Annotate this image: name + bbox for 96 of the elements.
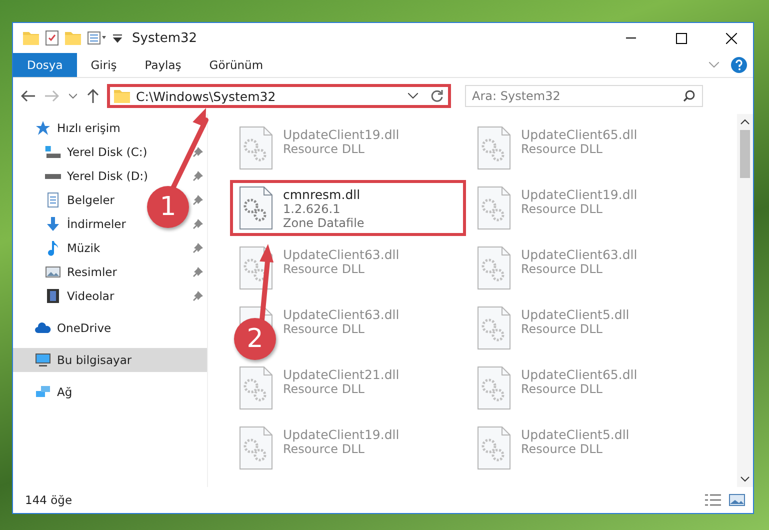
back-button[interactable] xyxy=(19,88,37,104)
scroll-down-icon[interactable] xyxy=(740,475,750,483)
file-name: UpdateClient63.dll xyxy=(521,247,638,262)
film-icon xyxy=(45,288,61,304)
checklist-icon[interactable] xyxy=(45,30,59,46)
pin-icon[interactable] xyxy=(193,171,203,181)
large-icons-view-icon[interactable] xyxy=(729,494,745,506)
gear-file-icon xyxy=(477,426,511,470)
recent-locations-button[interactable] xyxy=(67,91,79,101)
help-icon[interactable] xyxy=(731,57,747,73)
close-icon[interactable] xyxy=(726,32,736,44)
pin-icon[interactable] xyxy=(193,267,203,277)
maximize-icon[interactable] xyxy=(676,32,686,44)
file-name: UpdateClient19.dll xyxy=(283,427,400,442)
ribbon-tab[interactable]: Paylaş xyxy=(130,53,196,77)
pin-icon[interactable] xyxy=(193,195,203,205)
file-detail: Resource DLL xyxy=(521,382,604,396)
file-detail: Resource DLL xyxy=(521,442,604,456)
ribbon-tab[interactable]: Giriş xyxy=(76,53,131,77)
file-name: UpdateClient19.dll xyxy=(283,127,400,142)
file-detail: Resource DLL xyxy=(283,442,366,456)
file-detail: Zone Datafile xyxy=(283,216,364,230)
ribbon-tab[interactable]: Görünüm xyxy=(195,53,278,77)
gear-file-icon xyxy=(239,426,273,470)
sidebar-item[interactable]: Yerel Disk (C:) xyxy=(13,140,156,164)
picture-icon xyxy=(45,264,61,280)
drive-icon xyxy=(45,146,61,158)
sidebar-item[interactable]: Videolar xyxy=(13,284,122,308)
network-icon xyxy=(35,384,51,400)
gear-file-icon xyxy=(477,306,511,350)
sidebar-item[interactable]: OneDrive xyxy=(13,316,207,340)
search-field[interactable]: Ara: System32 xyxy=(465,85,703,107)
file-name: UpdateClient63.dll xyxy=(283,307,400,322)
drive-icon xyxy=(45,174,61,178)
item-count: 144 öğe xyxy=(25,493,74,507)
cloud-icon xyxy=(35,320,51,336)
search-icon xyxy=(683,90,695,102)
star-icon xyxy=(35,120,51,136)
sidebar-item[interactable]: İndirmeler xyxy=(13,212,134,236)
sidebar-item[interactable]: Müzik xyxy=(13,236,108,260)
file-name: UpdateClient63.dll xyxy=(283,247,400,262)
file-name: UpdateClient5.dll xyxy=(521,307,630,322)
properties-icon[interactable] xyxy=(87,31,107,45)
file-menu-button[interactable]: Dosya xyxy=(13,53,77,77)
scroll-thumb[interactable] xyxy=(740,130,750,178)
sidebar-item[interactable]: Belgeler xyxy=(13,188,123,212)
dropdown-icon[interactable] xyxy=(408,93,418,99)
gear-file-icon xyxy=(477,126,511,170)
gear-file-icon xyxy=(239,186,273,230)
folder-icon xyxy=(23,31,39,45)
gear-file-icon xyxy=(477,186,511,230)
file-detail: Resource DLL xyxy=(521,202,604,216)
sidebar-item[interactable]: Resimler xyxy=(13,260,125,284)
file-detail: Resource DLL xyxy=(521,322,604,336)
file-detail: Resource DLL xyxy=(283,142,366,156)
up-button[interactable] xyxy=(85,87,101,105)
folder-icon xyxy=(114,89,130,103)
music-note-icon xyxy=(45,240,61,256)
file-name: UpdateClient5.dll xyxy=(521,427,630,442)
folder-icon xyxy=(65,31,81,45)
file-name: UpdateClient65.dll xyxy=(521,127,638,142)
file-detail: 1.2.626.1 xyxy=(283,202,342,216)
gear-file-icon xyxy=(477,246,511,290)
gear-file-icon xyxy=(239,126,273,170)
file-detail: Resource DLL xyxy=(283,262,366,276)
gear-file-icon xyxy=(239,366,273,410)
file-name: UpdateClient21.dll xyxy=(283,367,400,382)
highlighted-file-item[interactable]: cmnresm.dll 1.2.626.1 Zone Datafile xyxy=(230,180,466,236)
scroll-up-icon[interactable] xyxy=(740,118,750,126)
file-name: UpdateClient65.dll xyxy=(521,367,638,382)
pin-icon[interactable] xyxy=(193,291,203,301)
download-icon xyxy=(45,216,61,232)
refresh-icon[interactable] xyxy=(430,89,444,103)
computer-icon xyxy=(35,352,51,368)
gear-file-icon xyxy=(477,366,511,410)
minimize-icon[interactable] xyxy=(626,37,636,39)
file-name: UpdateClient19.dll xyxy=(521,187,638,202)
scrollbar[interactable] xyxy=(737,114,753,487)
window-title: System32 xyxy=(132,30,198,46)
pin-icon[interactable] xyxy=(193,243,203,253)
address-field[interactable]: C:\Windows\System32 xyxy=(107,84,451,108)
details-view-icon[interactable] xyxy=(705,494,721,506)
dropdown-icon[interactable] xyxy=(113,34,122,42)
sidebar-item[interactable]: Bu bilgisayar xyxy=(13,348,207,372)
file-detail: Resource DLL xyxy=(283,382,366,396)
file-detail: Resource DLL xyxy=(283,322,366,336)
pin-icon[interactable] xyxy=(193,219,203,229)
document-icon xyxy=(45,192,61,208)
expand-ribbon-icon[interactable] xyxy=(709,62,719,68)
sidebar-item[interactable]: Hızlı erişim xyxy=(13,116,207,140)
file-detail: Resource DLL xyxy=(521,262,604,276)
pin-icon[interactable] xyxy=(193,147,203,157)
sidebar-item[interactable]: Yerel Disk (D:) xyxy=(13,164,156,188)
sidebar-item[interactable]: Ağ xyxy=(13,380,207,404)
file-name: cmnresm.dll xyxy=(283,187,362,202)
file-detail: Resource DLL xyxy=(521,142,604,156)
